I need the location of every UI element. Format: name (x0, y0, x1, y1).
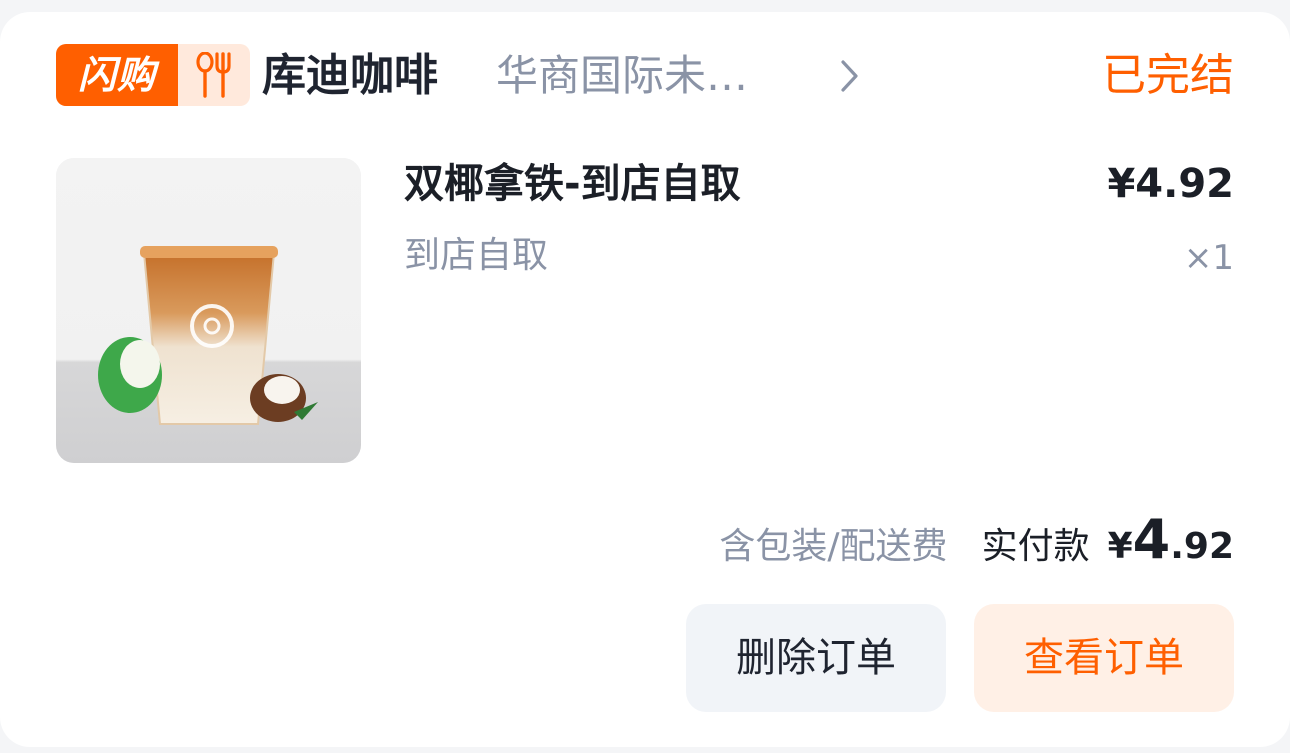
flash-badge: 闪购 (56, 44, 250, 106)
order-header: 闪购 库迪咖啡 华商国际未… 已完结 (56, 44, 1234, 108)
store-name[interactable]: 库迪咖啡 (262, 50, 438, 102)
paid-label: 实付款 (981, 526, 1090, 567)
paid-amount-decimal: .92 (1170, 526, 1234, 567)
product-price: ¥4.92 (1107, 161, 1234, 207)
flash-label: 闪购 (56, 44, 178, 106)
product-pickup-note: 到店自取 (404, 235, 549, 276)
paid-amount-integer: 4 (1132, 508, 1171, 571)
product-quantity: ×1 (1183, 238, 1234, 278)
fee-note: 含包装/配送费 (719, 526, 948, 567)
order-card[interactable]: 闪购 库迪咖啡 华商国际未… 已完结 双椰拿铁-到店自取 ¥4.92 到店自取 … (0, 12, 1290, 747)
delete-order-button[interactable]: 删除订单 (686, 604, 946, 712)
order-status: 已完结 (1102, 50, 1234, 101)
chevron-right-icon[interactable] (836, 56, 864, 96)
payment-summary: 含包装/配送费 实付款 ¥ 4 .92 (719, 508, 1234, 571)
product-title[interactable]: 双椰拿铁-到店自取 (404, 158, 741, 210)
store-branch[interactable]: 华商国际未… (496, 50, 816, 102)
view-order-button[interactable]: 查看订单 (974, 604, 1234, 712)
utensils-icon (178, 44, 250, 106)
paid-currency: ¥ (1107, 526, 1133, 567)
product-image[interactable] (56, 158, 361, 463)
